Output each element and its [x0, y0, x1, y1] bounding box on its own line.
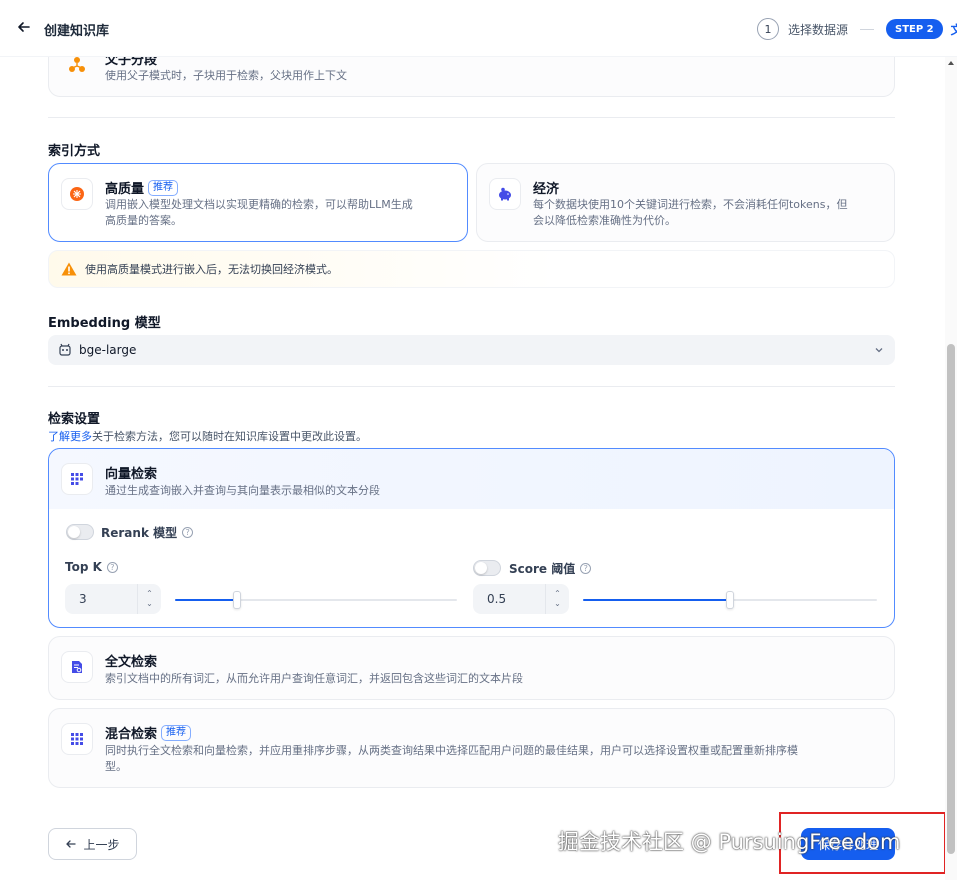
embedding-title: Embedding 模型: [48, 316, 161, 331]
high-quality-title: 高质量 推荐: [105, 178, 179, 197]
score-threshold-value: 0.5: [487, 592, 507, 606]
score-threshold-slider-handle[interactable]: [726, 591, 734, 609]
economy-desc: 每个数据块使用10个关键词进行检索，不会消耗任何tokens，但 会以降低检索准…: [533, 198, 848, 227]
parent-child-desc: 使用父子模式时，子块用于检索，父块用作上下文: [105, 69, 347, 82]
economy-card[interactable]: 经济 每个数据块使用10个关键词进行检索，不会消耗任何tokens，但 会以降低…: [476, 163, 895, 242]
learn-more-row: 了解更多关于检索方法，您可以随时在知识库设置中更改此设置。: [48, 428, 367, 444]
score-threshold-stepper[interactable]: ⌃ ⌄: [545, 584, 569, 614]
scrollbar-thumb[interactable]: [947, 344, 955, 854]
vector-grid-icon: [61, 463, 93, 495]
model-icon: [59, 343, 71, 356]
watermark: 掘金技术社区 @ PursuingFreedom: [558, 830, 901, 854]
warning-text: 使用高质量模式进行嵌入后，无法切换回经济模式。: [85, 263, 338, 276]
vector-search-card[interactable]: 向量检索 通过生成查询嵌入并查询与其向量表示最相似的文本分段 Rerank 模型…: [48, 448, 895, 628]
high-quality-card[interactable]: 高质量 推荐 调用嵌入模型处理文档以实现更精确的检索，可以帮助LLM生成 高质量…: [48, 163, 468, 242]
score-threshold-input[interactable]: 0.5 ⌃ ⌄: [473, 584, 569, 614]
hybrid-grid-icon: [61, 723, 93, 755]
hybrid-search-title: 混合检索 推荐: [105, 723, 192, 742]
vector-search-title: 向量检索: [105, 467, 158, 482]
help-icon: ?: [182, 527, 194, 538]
piggy-bank-icon: [489, 178, 521, 210]
fulltext-doc-icon: [61, 651, 93, 683]
page-title: 创建知识库: [44, 24, 110, 39]
recommended-badge: 推荐: [161, 724, 192, 741]
help-icon: ?: [580, 563, 592, 574]
topk-value: 3: [79, 592, 87, 606]
arrow-left-icon: [66, 840, 77, 848]
step2-label: 文: [950, 22, 957, 37]
step-connector: [860, 28, 875, 30]
vector-search-desc: 通过生成查询嵌入并查询与其向量表示最相似的文本分段: [105, 484, 380, 497]
fulltext-search-card[interactable]: 全文检索 索引文档中的所有词汇，从而允许用户查询任意词汇，并返回包含这些词汇的文…: [48, 636, 895, 700]
divider: [48, 386, 895, 387]
warning-banner: 使用高质量模式进行嵌入后，无法切换回经济模式。: [48, 250, 895, 288]
topk-slider-handle[interactable]: [233, 591, 242, 609]
chevron-down-icon: [875, 348, 883, 353]
score-threshold-slider-fill: [583, 599, 730, 601]
divider: [48, 117, 895, 118]
high-quality-desc: 调用嵌入模型处理文档以实现更精确的检索，可以帮助LLM生成 高质量的答案。: [105, 198, 413, 227]
score-threshold-slider[interactable]: [583, 591, 877, 609]
hybrid-search-card[interactable]: 混合检索 推荐 同时执行全文检索和向量检索，并应用重排序步骤，从两类查询结果中选…: [48, 708, 895, 788]
previous-step-button[interactable]: 上一步: [48, 828, 137, 860]
retrieval-title: 检索设置: [48, 412, 101, 427]
step1-label: 选择数据源: [788, 22, 849, 37]
scroll-up-arrow-icon[interactable]: [948, 61, 954, 65]
rerank-label: Rerank 模型?: [101, 524, 194, 541]
embedding-model-value: bge-large: [79, 343, 137, 357]
high-quality-icon: [61, 178, 93, 210]
step1-number: 1: [757, 18, 779, 40]
previous-step-label: 上一步: [83, 837, 120, 852]
step-indicator: 1 选择数据源 STEP 2 文: [757, 18, 957, 40]
index-method-title: 索引方式: [48, 144, 101, 159]
topk-slider-fill: [175, 599, 238, 601]
economy-title: 经济: [533, 182, 560, 197]
topk-slider[interactable]: [175, 591, 457, 609]
back-arrow-icon[interactable]: [16, 19, 32, 35]
hybrid-search-desc: 同时执行全文检索和向量检索，并应用重排序步骤，从两类查询结果中选择匹配用户问题的…: [105, 744, 798, 773]
topk-input[interactable]: 3 ⌃ ⌄: [65, 584, 161, 614]
topk-label: Top K?: [65, 560, 118, 574]
warning-icon: [61, 262, 77, 276]
vector-search-header: [49, 449, 894, 509]
recommended-badge: 推荐: [148, 179, 179, 196]
step2-badge: STEP 2: [886, 19, 943, 39]
embedding-model-select[interactable]: bge-large: [48, 335, 895, 365]
help-icon: ?: [106, 561, 118, 573]
rerank-toggle[interactable]: [66, 524, 94, 540]
topk-stepper[interactable]: ⌃ ⌄: [137, 584, 161, 614]
learn-more-desc: 关于检索方法，您可以随时在知识库设置中更改此设置。: [92, 430, 367, 443]
fulltext-search-desc: 索引文档中的所有词汇，从而允许用户查询任意词汇，并返回包含这些词汇的文本片段: [105, 672, 523, 685]
scrollbar[interactable]: [945, 57, 957, 880]
top-bar: 创建知识库 1 选择数据源 STEP 2 文: [0, 0, 957, 57]
learn-more-link[interactable]: 了解更多: [48, 430, 92, 443]
score-threshold-label: Score 阈值?: [509, 560, 592, 577]
fulltext-search-title: 全文检索: [105, 655, 158, 670]
score-threshold-toggle[interactable]: [473, 560, 501, 576]
